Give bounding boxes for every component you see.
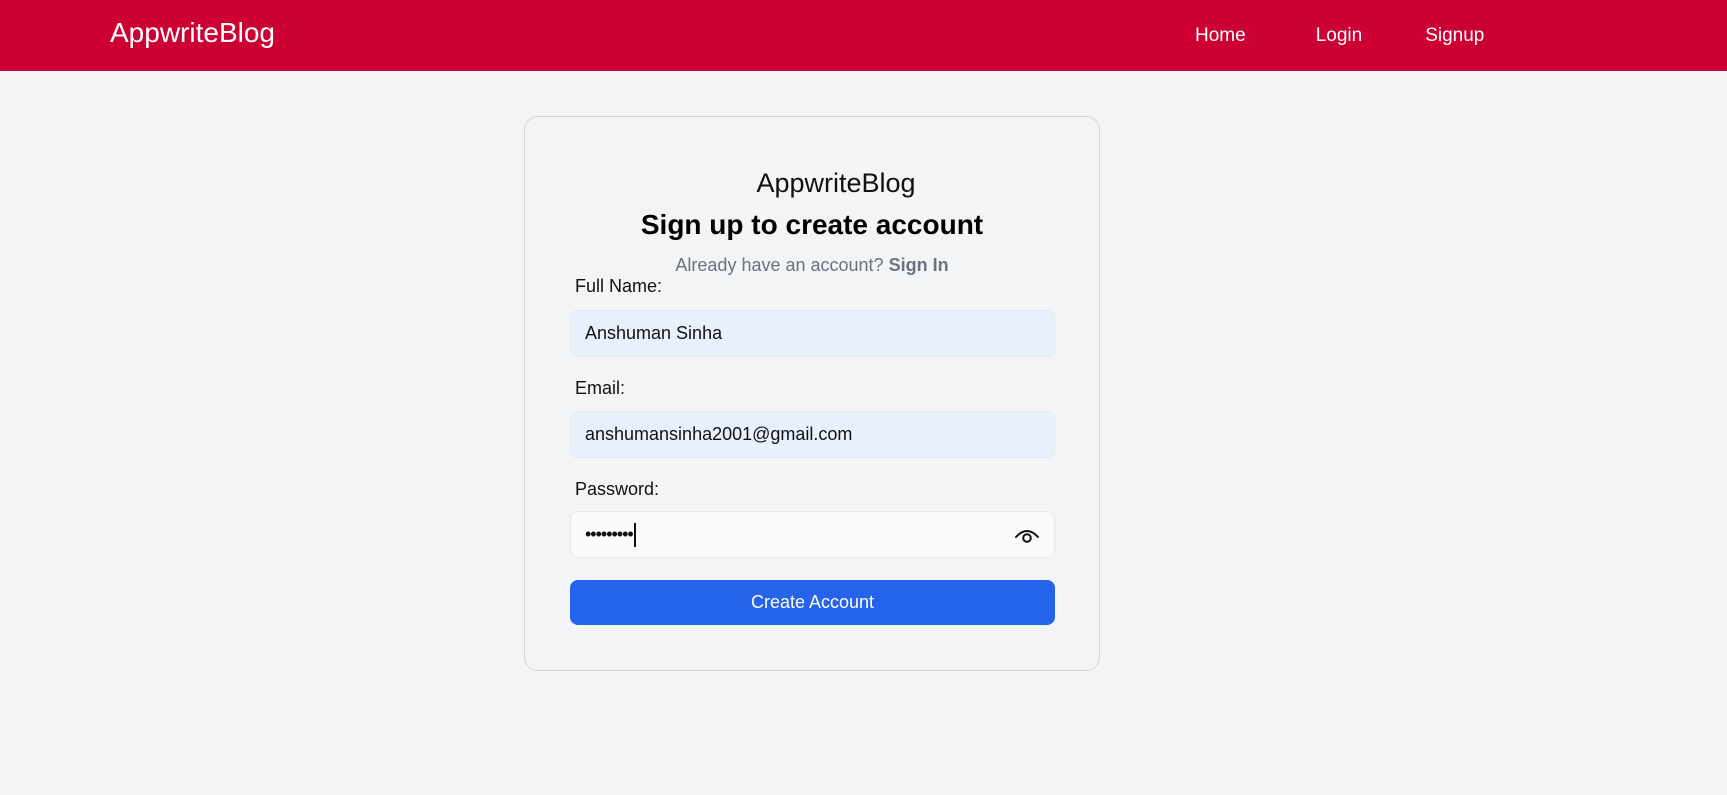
nav-login-link[interactable]: Login	[1316, 24, 1363, 48]
email-value: anshumansinha2001@gmail.com	[585, 424, 853, 444]
card-logo: AppwriteBlog	[756, 168, 916, 198]
page-title: Sign up to create account	[640, 209, 984, 240]
password-label: Password:	[575, 479, 660, 499]
brand-logo[interactable]: AppwriteBlog	[110, 16, 275, 50]
password-input[interactable]: •••••••••	[570, 511, 1055, 558]
top-navbar: AppwriteBlog Home Login Signup	[0, 0, 1727, 71]
nav-home-link[interactable]: Home	[1195, 24, 1246, 48]
email-input[interactable]: anshumansinha2001@gmail.com	[570, 411, 1055, 458]
signup-card: AppwriteBlog Sign up to create account A…	[524, 116, 1100, 671]
signin-prompt-line: Already have an account? Sign In	[525, 254, 1099, 276]
full-name-input[interactable]: Anshuman Sinha	[570, 310, 1055, 357]
full-name-label: Full Name:	[575, 276, 663, 296]
signin-link[interactable]: Sign In	[889, 255, 949, 275]
create-account-button[interactable]: Create Account	[570, 580, 1055, 625]
email-label: Email:	[575, 378, 626, 398]
nav-links: Home Login Signup	[1195, 24, 1484, 48]
full-name-value: Anshuman Sinha	[585, 323, 723, 343]
signin-prompt-text: Already have an account?	[675, 255, 884, 275]
nav-signup-link[interactable]: Signup	[1425, 24, 1484, 48]
password-value: •••••••••	[585, 524, 634, 544]
eye-icon[interactable]	[1014, 524, 1040, 546]
text-caret	[633, 522, 636, 547]
